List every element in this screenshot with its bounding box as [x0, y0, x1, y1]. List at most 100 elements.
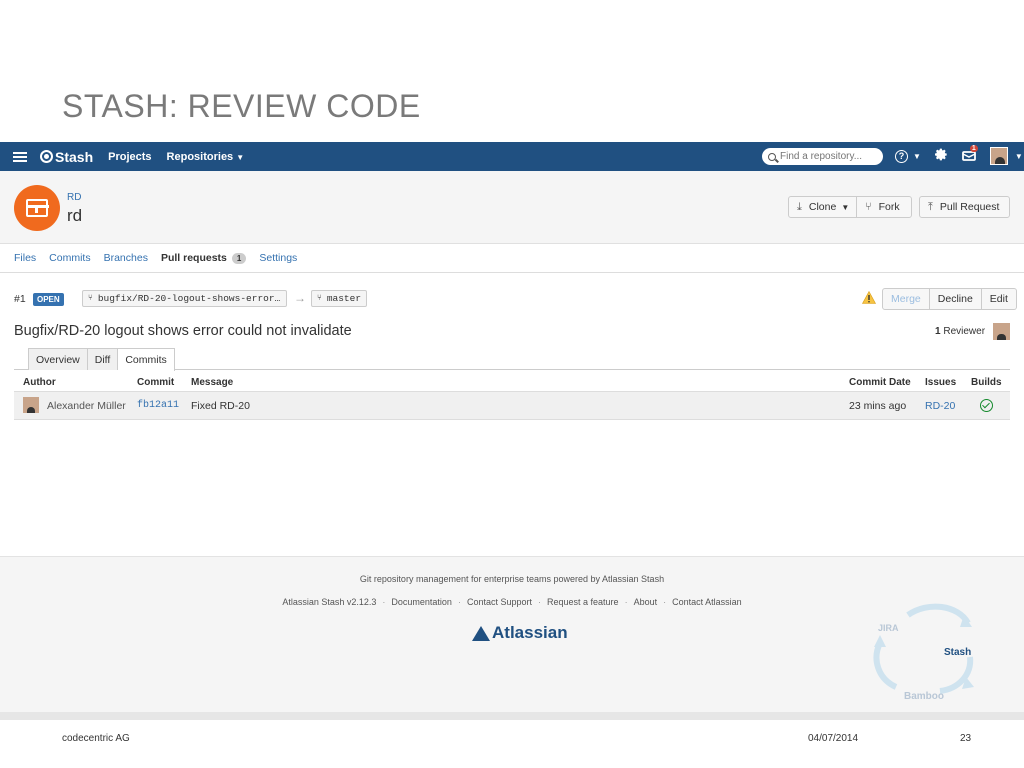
product-cycle-graphic: JIRA Stash Bamboo: [873, 603, 974, 701]
tab-pull-requests[interactable]: Pull requests 1: [160, 252, 247, 264]
pull-request-id: #1: [14, 293, 26, 305]
clone-label: Clone: [808, 201, 837, 213]
build-success-icon[interactable]: [980, 399, 993, 412]
slide-page-number: 23: [960, 733, 972, 744]
clone-button[interactable]: ⤓ Clone ▼: [788, 196, 857, 218]
footer-separator: ·: [382, 597, 386, 607]
chevron-down-icon[interactable]: ▼: [1015, 152, 1023, 161]
link-contact-atlassian[interactable]: Contact Atlassian: [672, 597, 742, 607]
decline-button[interactable]: Decline: [929, 288, 982, 310]
atlassian-logo[interactable]: Atlassian: [472, 623, 568, 643]
link-about[interactable]: About: [634, 597, 658, 607]
notification-icon[interactable]: 1: [962, 144, 978, 164]
commit-author[interactable]: Alexander Müller: [47, 400, 126, 412]
footer-tagline: Git repository management for enterprise…: [359, 574, 665, 584]
pull-request-count: 1: [231, 252, 247, 264]
menu-icon[interactable]: [13, 151, 27, 162]
status-badge: OPEN: [33, 293, 64, 306]
stash-logo[interactable]: Stash: [40, 149, 93, 165]
repository-avatar: [14, 185, 60, 231]
merge-button[interactable]: Merge: [882, 288, 930, 310]
branch-icon: ⑂: [317, 294, 322, 303]
stash-logo-icon: [40, 150, 53, 163]
fork-icon: ⑂: [865, 201, 872, 213]
issue-link[interactable]: RD-20: [925, 400, 955, 412]
target-branch[interactable]: ⑂ master: [311, 290, 367, 307]
top-navigation: Stash Projects Repositories▼ ? ▼ 1 ▼: [0, 142, 1024, 171]
link-contact-support[interactable]: Contact Support: [467, 597, 532, 607]
search-input[interactable]: [780, 151, 875, 162]
tab-branches[interactable]: Branches: [104, 252, 148, 264]
tab-commits-active[interactable]: Commits: [118, 348, 175, 371]
tab-pull-requests-label: Pull requests: [160, 252, 227, 264]
slide-date: 04/07/2014: [808, 733, 859, 744]
nav-projects[interactable]: Projects: [108, 151, 151, 163]
pull-request-button[interactable]: ⤒ Pull Request: [919, 196, 1010, 218]
slide-divider: [0, 712, 1024, 720]
commit-message: Fixed RD-20: [191, 400, 250, 412]
tab-settings[interactable]: Settings: [259, 252, 297, 264]
header-author: Author: [23, 377, 56, 388]
repository-tabs: Files Commits Branches Pull requests 1 S…: [0, 244, 1024, 273]
project-link[interactable]: RD: [67, 192, 81, 203]
header-issues: Issues: [925, 377, 957, 388]
package-icon: [25, 199, 49, 217]
commit-hash-link[interactable]: fb12a11: [137, 400, 179, 411]
fork-button[interactable]: ⑂ Fork: [856, 196, 912, 218]
avatar[interactable]: [23, 397, 39, 413]
slide-title: STASH: REVIEW CODE: [62, 88, 421, 124]
link-documentation[interactable]: Documentation: [391, 597, 452, 607]
help-icon: ?: [895, 149, 908, 163]
notification-count: 1: [969, 144, 978, 152]
tab-overview[interactable]: Overview: [28, 348, 88, 370]
branch-icon: ⑂: [88, 294, 93, 303]
table-header: Author Commit Message Commit Date Issues…: [14, 372, 1010, 392]
repository-header: RD rd ⤓ Clone ▼ ⑂ Fork ⤒ Pull Request: [0, 171, 1024, 244]
download-icon: ⤓: [797, 200, 802, 213]
header-commit-date: Commit Date: [849, 377, 911, 388]
help-menu[interactable]: ? ▼: [895, 149, 921, 163]
reviewer-count: 1: [935, 326, 941, 337]
header-builds: Builds: [971, 377, 1002, 388]
reviewers-summary[interactable]: 1 Reviewer: [935, 326, 985, 337]
tab-diff[interactable]: Diff: [87, 348, 119, 370]
cycle-stash: Stash: [944, 647, 971, 658]
source-branch-label: bugfix/RD-20-logout-shows-error…: [97, 293, 281, 304]
chevron-down-icon: ▼: [841, 202, 850, 212]
pull-request-tabs: Overview Diff Commits: [14, 348, 1010, 371]
link-request-feature[interactable]: Request a feature: [547, 597, 619, 607]
tab-commits[interactable]: Commits: [49, 252, 90, 264]
footer-separator: ·: [663, 597, 667, 607]
warning-icon[interactable]: [862, 291, 876, 304]
pull-request-label: Pull Request: [939, 201, 1000, 213]
edit-button[interactable]: Edit: [981, 288, 1017, 310]
cycle-jira: JIRA: [878, 623, 899, 633]
header-commit: Commit: [137, 377, 175, 388]
footer-version: Atlassian Stash v2.12.3: [282, 597, 377, 607]
stash-logo-text: Stash: [55, 148, 94, 165]
reviewer-label: Reviewer: [943, 326, 986, 337]
atlassian-logo-text: Atlassian: [492, 623, 568, 642]
user-avatar[interactable]: [989, 147, 1008, 165]
footer-separator: ·: [538, 597, 541, 607]
avatar[interactable]: [993, 323, 1010, 340]
stash-screenshot: Stash Projects Repositories▼ ? ▼ 1 ▼: [0, 142, 1024, 712]
slide-company: codecentric AG: [62, 733, 130, 744]
chevron-down-icon: ▼: [913, 151, 921, 161]
tab-files[interactable]: Files: [14, 252, 36, 264]
search-icon: [768, 152, 776, 161]
source-branch[interactable]: ⑂ bugfix/RD-20-logout-shows-error…: [82, 290, 287, 307]
fork-label: Fork: [878, 201, 900, 213]
footer-separator: ·: [624, 597, 628, 607]
page-footer: Git repository management for enterprise…: [0, 556, 1024, 712]
upload-icon: ⤒: [928, 200, 933, 213]
repository-search[interactable]: [762, 148, 883, 165]
atlassian-logo-icon: [472, 625, 490, 641]
table-row: Alexander Müller fb12a11 Fixed RD-20 23 …: [14, 392, 1010, 420]
target-branch-label: master: [326, 293, 362, 304]
commit-date: 23 mins ago: [849, 400, 907, 412]
pull-request-actions: Merge Decline Edit: [882, 288, 1017, 310]
nav-repositories-label: Repositories: [166, 150, 234, 163]
gear-icon[interactable]: [934, 148, 948, 164]
nav-repositories[interactable]: Repositories ▼: [167, 151, 245, 163]
